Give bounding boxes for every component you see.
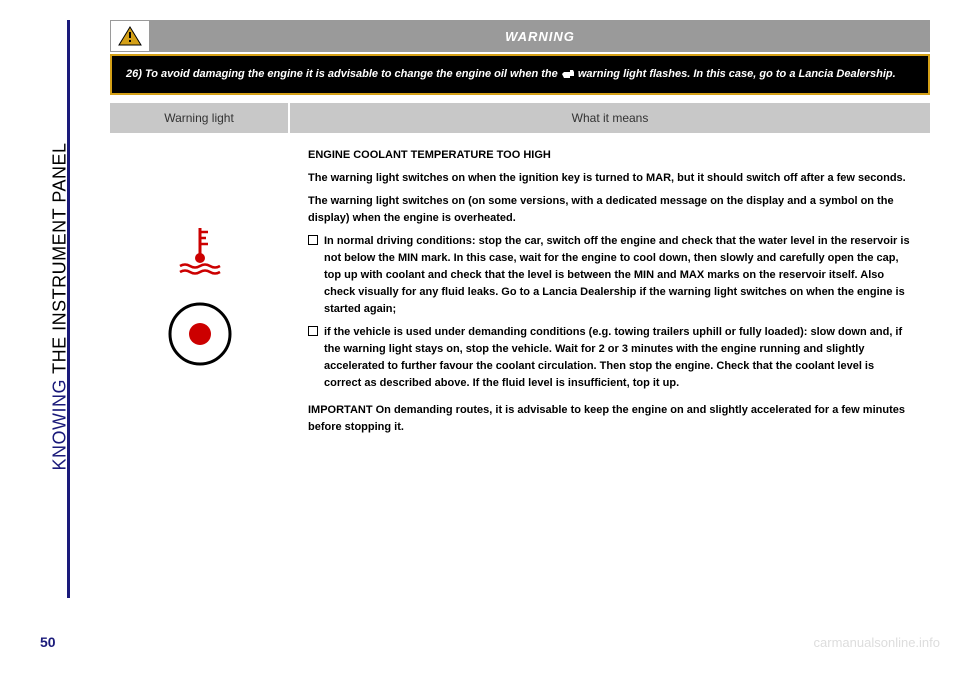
- col-header-warning-light: Warning light: [110, 103, 290, 133]
- bullet-item: if the vehicle is used under demanding c…: [308, 324, 912, 392]
- bullet-text-1: In normal driving conditions: stop the c…: [324, 233, 912, 318]
- table-row: ENGINE COOLANT TEMPERATURE TOO HIGH The …: [110, 133, 930, 457]
- warning-title: WARNING: [150, 29, 930, 44]
- meaning-cell: ENGINE COOLANT TEMPERATURE TOO HIGH The …: [290, 133, 930, 457]
- section-title-rest: THE INSTRUMENT PANEL: [50, 142, 70, 379]
- warning-table: Warning light What it means ENGINE COOLA…: [110, 103, 930, 457]
- warning-text-1: 26) To avoid damaging the engine it is a…: [126, 68, 561, 80]
- sidebar-rule: KNOWING THE INSTRUMENT PANEL: [40, 20, 70, 598]
- warning-triangle-icon: [118, 26, 142, 46]
- warning-text-2: warning light flashes. In this case, go …: [578, 68, 896, 80]
- section-title-prefix: KNOWING: [50, 379, 70, 471]
- coolant-temperature-icon: [170, 220, 230, 280]
- warning-icon-box: [110, 20, 150, 52]
- warning-light-cell: [110, 133, 290, 457]
- square-bullet-icon: [308, 326, 318, 336]
- meaning-p2: The warning light switches on (on some v…: [308, 193, 912, 227]
- bullet-item: In normal driving conditions: stop the c…: [308, 233, 912, 318]
- section-title: KNOWING THE INSTRUMENT PANEL: [50, 71, 71, 471]
- col-header-meaning: What it means: [290, 103, 930, 133]
- warning-header: WARNING: [110, 20, 930, 52]
- red-indicator-icon: [166, 300, 234, 368]
- warning-callout: 26) To avoid damaging the engine it is a…: [110, 54, 930, 95]
- meaning-p1: The warning light switches on when the i…: [308, 170, 912, 187]
- square-bullet-icon: [308, 235, 318, 245]
- page-number: 50: [40, 634, 56, 650]
- bullet-text-2: if the vehicle is used under demanding c…: [324, 324, 912, 392]
- table-header: Warning light What it means: [110, 103, 930, 133]
- meaning-title: ENGINE COOLANT TEMPERATURE TOO HIGH: [308, 147, 912, 164]
- page-content: WARNING 26) To avoid damaging the engine…: [110, 20, 930, 456]
- oil-can-icon: [561, 68, 575, 80]
- watermark: carmanualsonline.info: [814, 635, 940, 650]
- important-note: IMPORTANT On demanding routes, it is adv…: [308, 402, 912, 436]
